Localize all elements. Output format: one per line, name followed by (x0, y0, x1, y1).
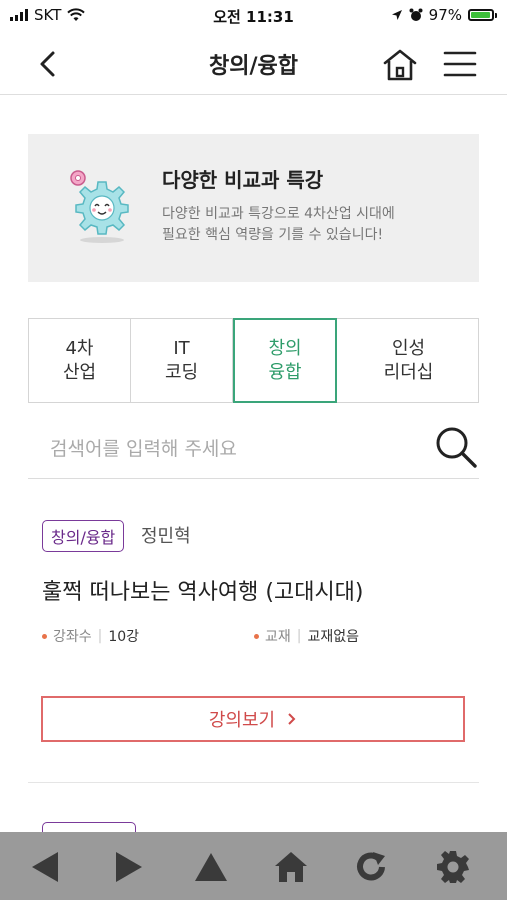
lecture-count-label: 강좌수 (53, 629, 92, 645)
settings-icon[interactable] (436, 850, 470, 884)
banner-description: 다양한 비교과 특강으로 4차산업 시대에 필요한 핵심 역량을 기를 수 있습… (162, 206, 395, 243)
banner-title: 다양한 비교과 특강 (162, 168, 324, 192)
refresh-icon[interactable] (354, 850, 388, 884)
chevron-right-icon (288, 713, 296, 725)
tab-creative-convergence[interactable]: 창의 융합 (233, 318, 337, 403)
course-title[interactable]: 훌쩍 떠나보는 역사여행 (고대시대) (42, 574, 364, 606)
instructor-name: 정민혁 (141, 526, 191, 547)
home-icon[interactable] (382, 48, 418, 82)
bullet-icon (42, 633, 47, 639)
up-icon[interactable] (194, 850, 228, 884)
search-input[interactable]: 검색어를 입력해 주세요 (50, 434, 237, 461)
battery-icon (468, 9, 497, 21)
page-title: 창의/융합 (209, 54, 298, 79)
lecture-count-value: 10강 (108, 629, 140, 645)
home-icon[interactable] (274, 850, 308, 884)
lecture-count: 강좌수 | 10강 (42, 626, 139, 646)
hamburger-menu-icon[interactable] (443, 50, 477, 78)
tab-4th-industry[interactable]: 4차 산업 (29, 319, 131, 402)
textbook-label: 교재 (265, 629, 291, 645)
app-header: 창의/융합 (0, 32, 507, 95)
divider (28, 782, 479, 783)
back-icon[interactable] (28, 850, 62, 884)
textbook-info: 교재 | 교재없음 (254, 626, 359, 646)
search-icon[interactable] (433, 424, 479, 470)
battery-percent: 97% (428, 6, 462, 24)
tab-it-coding[interactable]: IT 코딩 (131, 319, 233, 402)
view-lecture-button[interactable]: 강의보기 (41, 696, 465, 742)
info-banner: 다양한 비교과 특강 다양한 비교과 특강으로 4차산업 시대에 필요한 핵심 … (28, 134, 479, 282)
forward-icon[interactable] (112, 850, 146, 884)
bottom-toolbar (0, 832, 507, 900)
bullet-icon (254, 633, 259, 639)
alarm-icon (409, 8, 423, 21)
view-lecture-label: 강의보기 (208, 710, 276, 731)
textbook-value: 교재없음 (307, 629, 360, 645)
tab-character-leadership[interactable]: 인성 리더십 (337, 319, 480, 402)
separator: | (296, 628, 302, 644)
smiling-gear-icon (70, 170, 129, 243)
category-badge: 창의/융합 (42, 520, 125, 552)
location-icon (391, 10, 402, 20)
category-tabs: 4차 산업 IT 코딩 창의 융합 인성 리더십 (28, 318, 479, 403)
separator: | (97, 628, 103, 644)
search-bar[interactable]: 검색어를 입력해 주세요 (28, 412, 479, 479)
status-bar: SKT 오전 11:31 97% (0, 0, 507, 32)
